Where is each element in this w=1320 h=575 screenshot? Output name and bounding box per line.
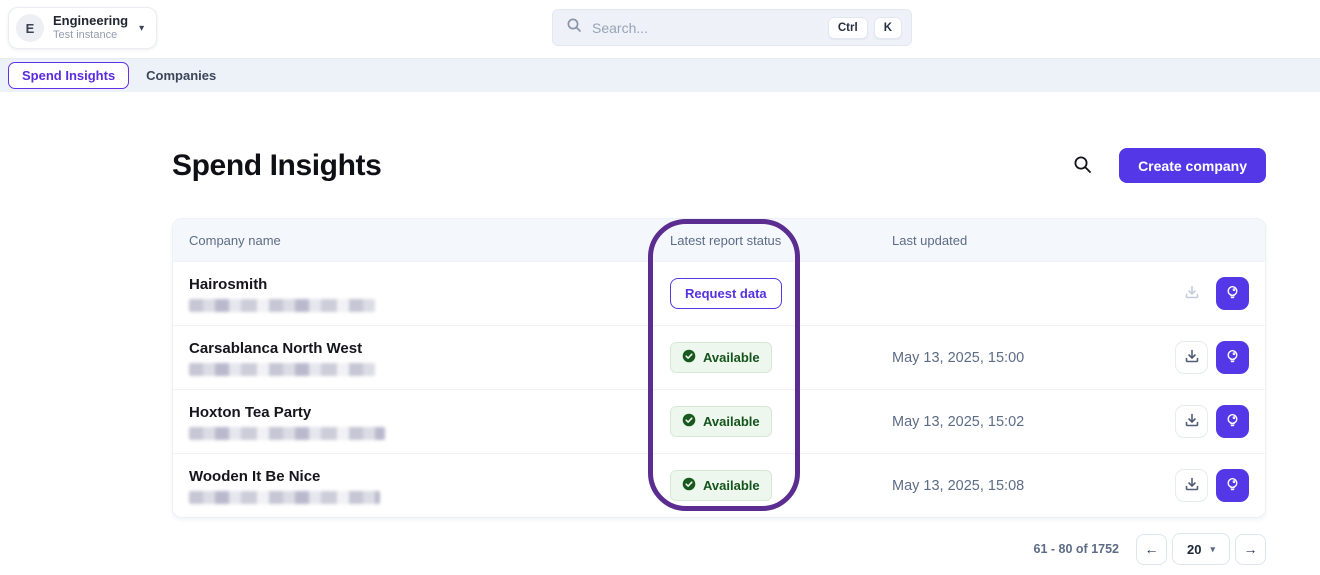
column-header-report-status: Latest report status [670, 232, 782, 248]
page-size-select[interactable]: 20 ▾ [1172, 533, 1230, 565]
kbd-k: K [873, 16, 902, 39]
last-updated-value: May 13, 2025, 15:00 [892, 349, 1025, 366]
download-report-button[interactable] [1175, 469, 1208, 502]
lightbulb-icon [1224, 476, 1241, 496]
last-updated-value: May 13, 2025, 15:02 [892, 413, 1025, 430]
workspace-name: Engineering [53, 13, 129, 28]
page-size-value: 20 [1187, 541, 1202, 557]
company-name: Hairosmith [189, 275, 268, 293]
status-badge: Available [670, 406, 772, 437]
create-company-button[interactable]: Create company [1119, 148, 1266, 183]
table-search-button[interactable] [1073, 155, 1092, 177]
pagination: 61 - 80 of 1752 ← 20 ▾ → [172, 533, 1266, 565]
main-content: Spend Insights Create company Company na… [0, 148, 1320, 565]
next-page-button[interactable]: → [1235, 533, 1266, 565]
column-header-last-updated: Last updated [892, 232, 968, 248]
status-label: Available [703, 414, 760, 429]
company-name: Carsablanca North West [189, 339, 363, 357]
status-badge: Available [670, 342, 772, 373]
company-name: Hoxton Tea Party [189, 403, 312, 421]
workspace-avatar: E [16, 14, 44, 42]
download-report-button [1175, 277, 1208, 310]
column-header-company-name: Company name [189, 232, 281, 248]
chevron-down-icon: ▾ [139, 22, 145, 34]
last-updated-value: May 13, 2025, 15:08 [892, 477, 1025, 494]
request-data-button[interactable]: Request data [670, 278, 782, 309]
check-circle-icon [682, 477, 696, 494]
status-label: Available [703, 478, 760, 493]
workspace-instance-label: Test instance [53, 29, 118, 42]
download-report-button[interactable] [1175, 405, 1208, 438]
top-bar: E Engineering Test instance ▾ Ctrl K [0, 0, 1320, 58]
table-row: Carsablanca North West Available May 13,… [173, 325, 1265, 389]
redacted-subtitle [189, 490, 380, 504]
kbd-ctrl: Ctrl [827, 16, 868, 39]
insights-button[interactable] [1216, 469, 1249, 502]
search-input[interactable] [582, 19, 822, 36]
insights-button[interactable] [1216, 341, 1249, 374]
search-icon [1073, 155, 1092, 177]
lightbulb-icon [1224, 284, 1241, 304]
status-label: Available [703, 350, 760, 365]
global-search[interactable]: Ctrl K [552, 9, 912, 46]
status-badge: Available [670, 470, 772, 501]
download-icon [1184, 284, 1200, 303]
tab-spend-insights[interactable]: Spend Insights [8, 62, 130, 89]
download-icon [1184, 476, 1200, 495]
insights-button[interactable] [1216, 405, 1249, 438]
insights-button[interactable] [1216, 277, 1249, 310]
arrow-right-icon: → [1243, 541, 1258, 557]
redacted-subtitle [189, 426, 385, 440]
chevron-down-icon: ▾ [1210, 543, 1215, 554]
check-circle-icon [682, 413, 696, 430]
prev-page-button[interactable]: ← [1136, 533, 1167, 565]
lightbulb-icon [1224, 412, 1241, 432]
table-header-row: Company name Latest report status Last u… [173, 219, 1265, 261]
page-title: Spend Insights [172, 148, 382, 182]
search-icon [566, 17, 582, 38]
tab-companies[interactable]: Companies [146, 68, 216, 83]
arrow-left-icon: ← [1144, 541, 1159, 557]
redacted-subtitle [189, 298, 375, 312]
download-icon [1184, 412, 1200, 431]
download-icon [1184, 348, 1200, 367]
table-row: Hoxton Tea Party Available May 13, 2025,… [173, 389, 1265, 453]
company-name: Wooden It Be Nice [189, 467, 321, 485]
table-row: Hairosmith Request data [173, 261, 1265, 325]
redacted-subtitle [189, 362, 375, 376]
workspace-switcher[interactable]: E Engineering Test instance ▾ [8, 7, 158, 49]
table-row: Wooden It Be Nice Available May 13, 2025… [173, 453, 1265, 517]
companies-table: Company name Latest report status Last u… [172, 218, 1266, 518]
download-report-button[interactable] [1175, 341, 1208, 374]
pagination-range: 61 - 80 of 1752 [1033, 542, 1119, 556]
lightbulb-icon [1224, 348, 1241, 368]
check-circle-icon [682, 349, 696, 366]
primary-tabbar: Spend Insights Companies [0, 58, 1320, 92]
